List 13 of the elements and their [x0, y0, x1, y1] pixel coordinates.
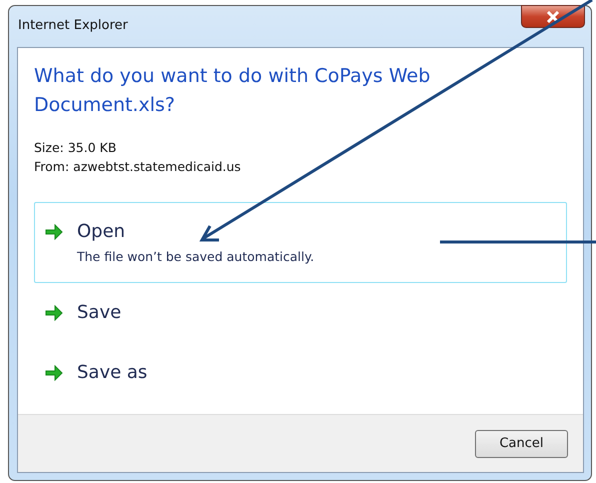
option-button[interactable]: Save as [34, 343, 567, 403]
arrow-icon [45, 305, 63, 321]
option-button[interactable]: Save [34, 283, 567, 343]
arrow-icon [45, 365, 63, 381]
cancel-button[interactable]: Cancel [475, 430, 568, 458]
window-title: Internet Explorer [17, 18, 128, 33]
file-detail: Size: 35.0 KB [34, 139, 118, 157]
arrow-icon [45, 224, 63, 240]
option-button[interactable]: Open The file won’t be saved automatically. [34, 202, 567, 283]
file-detail: From: azwebtst.statemedicaid.us [34, 158, 242, 176]
close-icon [546, 10, 560, 22]
dialog-question: What do you want to do with CoPays Web Document.xls? [34, 64, 432, 118]
close-button[interactable] [521, 5, 585, 28]
